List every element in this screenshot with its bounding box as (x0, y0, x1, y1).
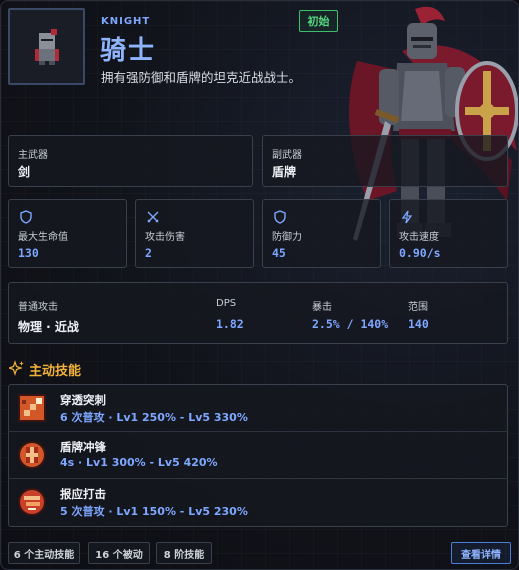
skill-info: 5 次普攻 · Lv1 150% - Lv5 230% (60, 505, 248, 518)
knight-avatar-icon (35, 29, 59, 65)
stat-label: 攻击伤害 (145, 232, 185, 243)
skill-row[interactable]: 盾牌冲锋 4s · Lv1 300% - Lv5 420% (8, 433, 508, 479)
stat-max-hp: 最大生命值 130 (8, 199, 127, 268)
skill-tier-tag: 8 阶技能 (156, 542, 212, 564)
lightning-icon (401, 210, 413, 224)
attack-info-box: 普通攻击 物理 · 近战 DPS 1.82 暴击 2.5% / 140% 范围 … (8, 282, 508, 344)
stat-label: 防御力 (272, 232, 302, 243)
shield-charge-icon (18, 441, 46, 469)
main-weapon-box: 主武器 剑 (8, 135, 253, 187)
active-skills-title: 主动技能 (29, 364, 82, 379)
skill-row[interactable]: 穿透突刺 6 次普攻 · Lv1 250% - Lv5 330% (8, 386, 508, 432)
range-label: 范围 (408, 302, 428, 313)
sub-weapon-value: 盾牌 (272, 165, 297, 179)
skill-name: 盾牌冲锋 (60, 440, 106, 454)
hero-portrait (8, 8, 85, 85)
stat-value: 0.90/s (399, 246, 441, 260)
hero-name-en: KNIGHT (101, 16, 151, 27)
active-skill-count-tag: 6 个主动技能 (8, 542, 80, 564)
starter-badge: 初始 (299, 10, 338, 32)
hero-description: 拥有强防御和盾牌的坦克近战战士。 (101, 70, 302, 85)
crossed-swords-icon (147, 211, 159, 223)
stat-value: 2 (145, 246, 152, 260)
dps-label: DPS (216, 298, 237, 309)
skill-name: 穿透突刺 (60, 393, 106, 407)
stat-value: 45 (272, 246, 286, 260)
crit-value: 2.5% / 140% (312, 317, 389, 331)
attack-type-label: 普通攻击 (18, 302, 58, 313)
stat-label: 最大生命值 (18, 232, 68, 243)
stat-value: 130 (18, 246, 39, 260)
sparkle-icon (9, 360, 24, 376)
skill-info: 4s · Lv1 300% - Lv5 420% (60, 456, 218, 469)
shield-outline-icon (274, 210, 286, 224)
main-weapon-value: 剑 (18, 165, 31, 179)
main-weapon-label: 主武器 (18, 150, 48, 161)
skill-name: 报应打击 (60, 487, 106, 501)
attack-type-value: 物理 · 近战 (18, 320, 79, 334)
stat-label: 攻击速度 (399, 232, 439, 243)
pierce-thrust-icon (18, 394, 46, 422)
hero-card: KNIGHT 骑士 拥有强防御和盾牌的坦克近战战士。 初始 主武器 剑 副武器 … (0, 0, 519, 570)
passive-count-tag: 16 个被动 (88, 542, 150, 564)
shield-outline-icon (20, 210, 32, 224)
retribution-strike-icon (18, 488, 46, 516)
stat-attack-speed: 攻击速度 0.90/s (389, 199, 508, 268)
stat-defense: 防御力 45 (262, 199, 381, 268)
sub-weapon-label: 副武器 (272, 150, 302, 161)
hero-name-cn: 骑士 (100, 36, 157, 66)
crit-label: 暴击 (312, 302, 332, 313)
skill-info: 6 次普攻 · Lv1 250% - Lv5 330% (60, 411, 248, 424)
range-value: 140 (408, 317, 429, 331)
stat-attack-damage: 攻击伤害 2 (135, 199, 254, 268)
view-details-button[interactable]: 查看详情 (451, 542, 511, 564)
sub-weapon-box: 副武器 盾牌 (262, 135, 508, 187)
dps-value: 1.82 (216, 317, 244, 331)
skill-row[interactable]: 报应打击 5 次普攻 · Lv1 150% - Lv5 230% (8, 480, 508, 526)
